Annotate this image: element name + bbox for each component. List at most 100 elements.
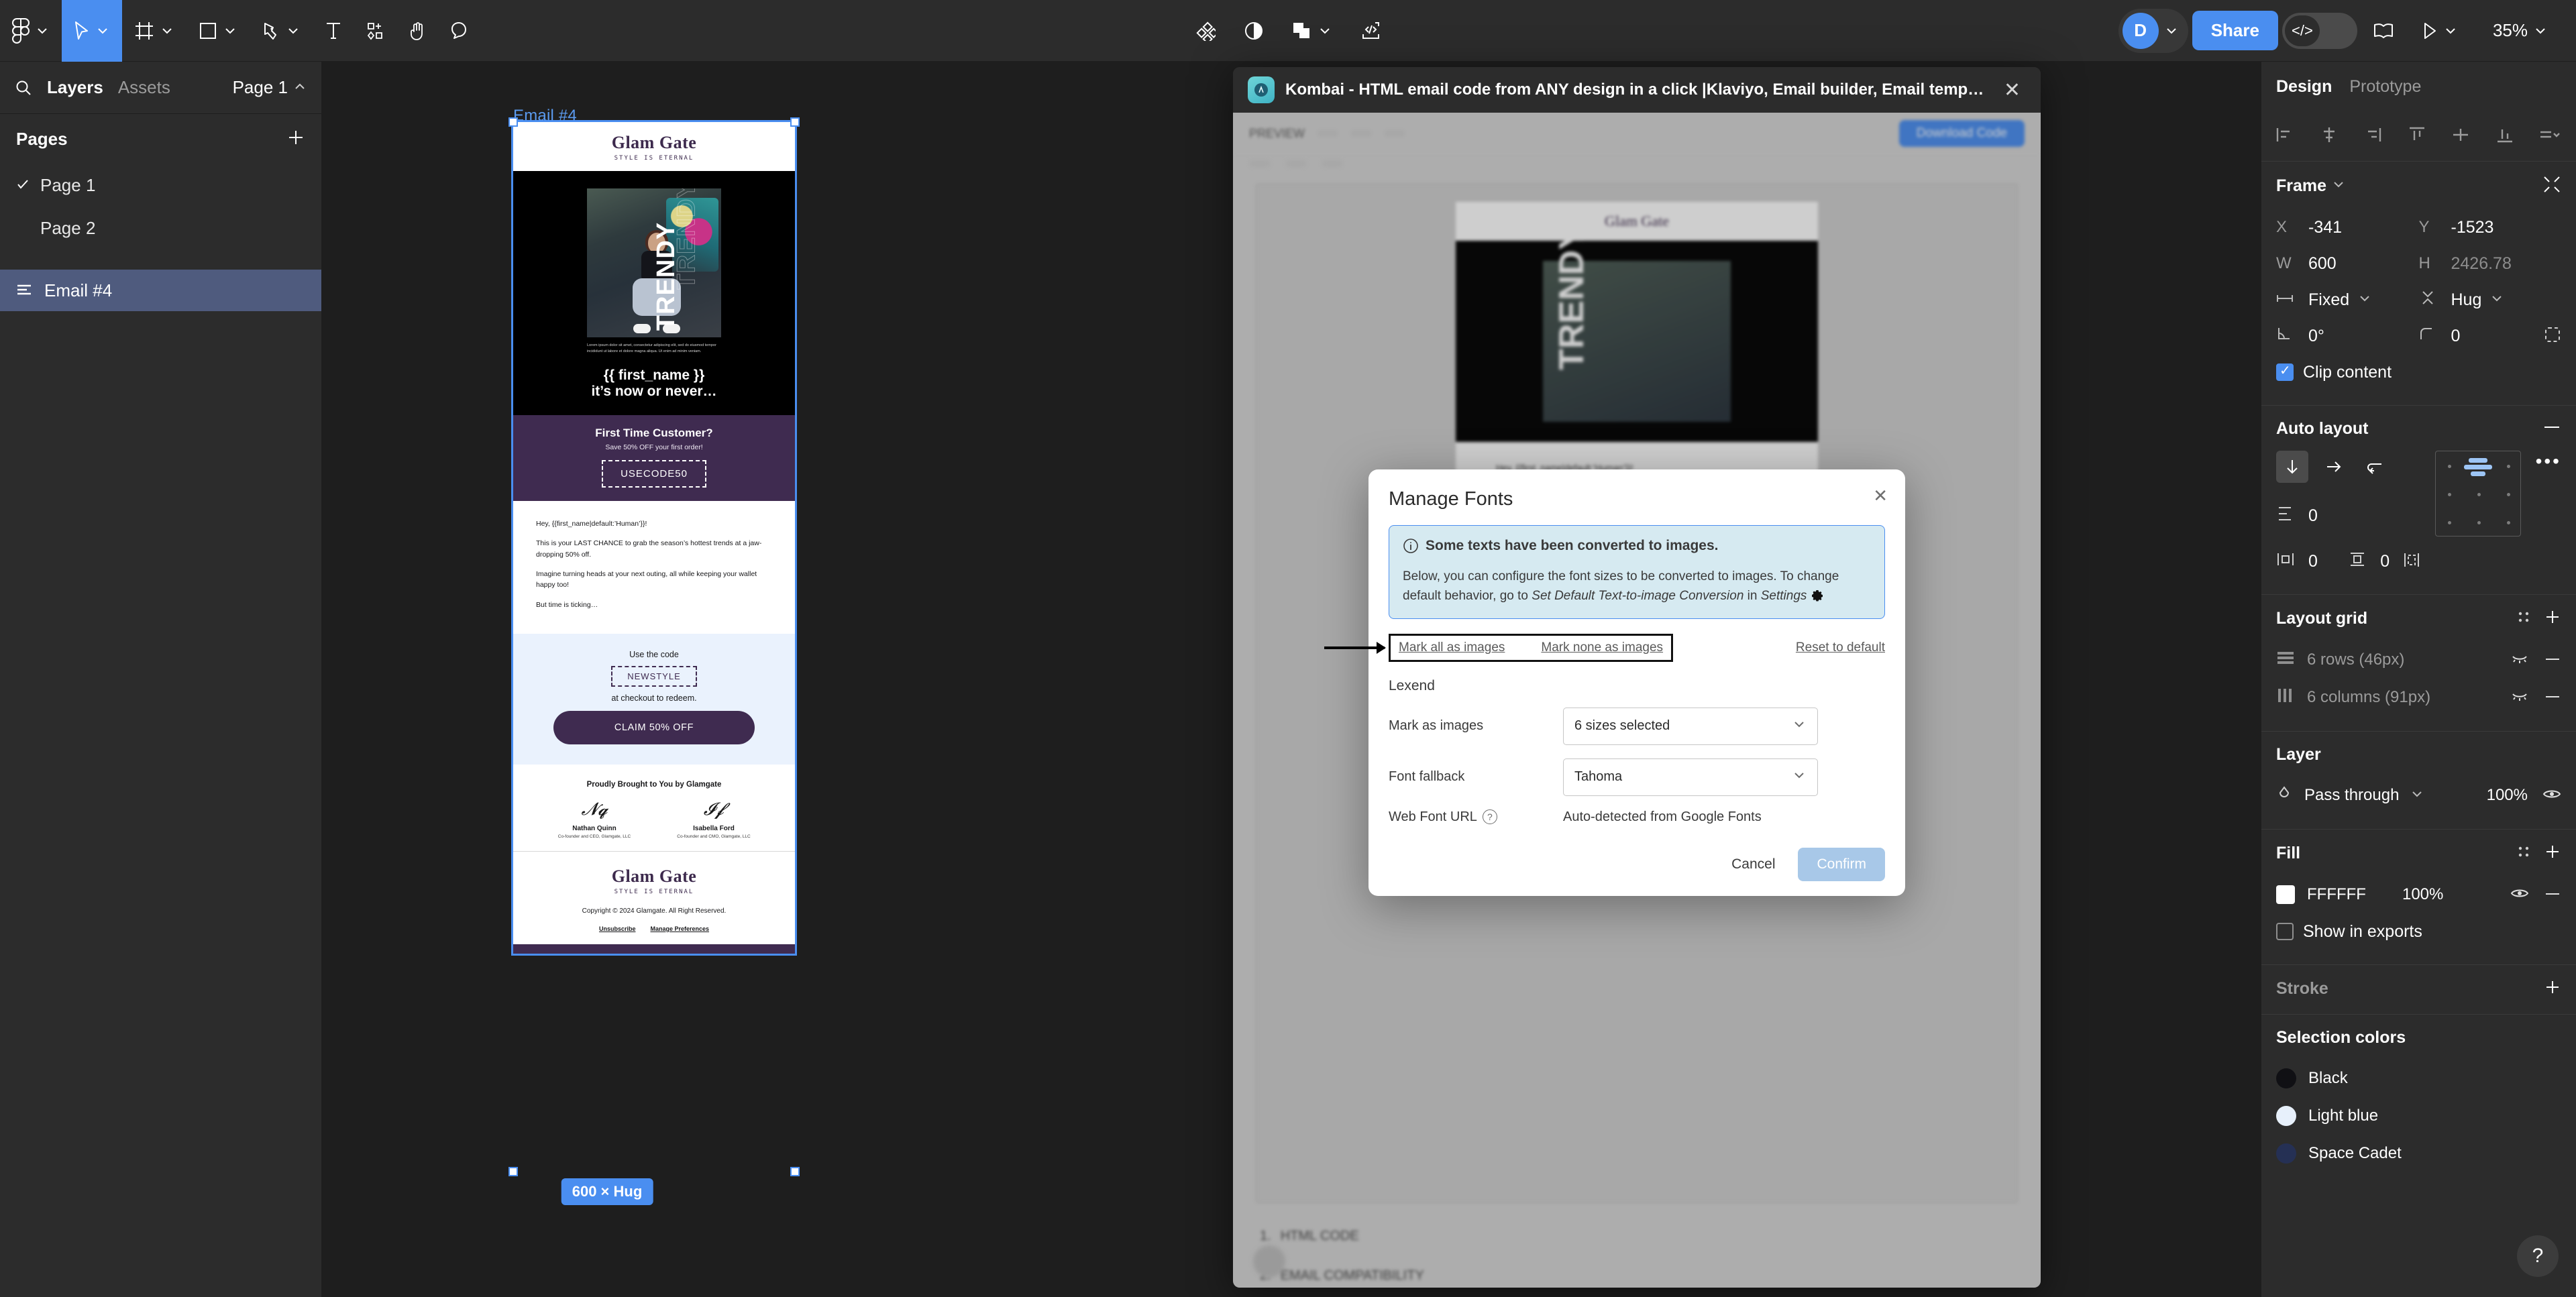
color-swatch[interactable] bbox=[2276, 1068, 2296, 1088]
hand-tool-button[interactable] bbox=[397, 0, 439, 62]
tab-design[interactable]: Design bbox=[2276, 77, 2332, 97]
padding-horizontal-field[interactable]: 0 bbox=[2276, 543, 2348, 579]
frame-x-field[interactable]: X -341 bbox=[2276, 209, 2419, 245]
add-fill-icon[interactable] bbox=[2544, 843, 2561, 864]
manage-preferences-link[interactable]: Manage Preferences bbox=[650, 925, 709, 932]
user-avatar-menu[interactable]: D bbox=[2118, 8, 2188, 53]
resize-handle-tr[interactable] bbox=[790, 117, 800, 127]
zoom-menu[interactable]: 35% bbox=[2474, 0, 2560, 62]
independent-corners-icon[interactable] bbox=[2544, 326, 2561, 347]
add-stroke-icon[interactable] bbox=[2544, 978, 2561, 999]
hidden-eye-icon[interactable] bbox=[2510, 688, 2529, 707]
individual-padding-icon[interactable] bbox=[2403, 551, 2420, 572]
tab-assets[interactable]: Assets bbox=[118, 77, 170, 98]
resize-to-fit-icon[interactable] bbox=[2542, 175, 2561, 197]
question-mark-icon[interactable]: ? bbox=[2517, 1235, 2559, 1277]
visibility-eye-icon[interactable] bbox=[2510, 885, 2529, 904]
direction-wrap-button[interactable] bbox=[2359, 451, 2392, 483]
dev-mode-toggle[interactable]: </> bbox=[2282, 12, 2357, 49]
selection-color-item[interactable]: Space Cadet bbox=[2276, 1135, 2561, 1172]
frame-tool-button[interactable] bbox=[122, 0, 186, 62]
mark-none-as-images-link[interactable]: Mark none as images bbox=[1541, 640, 1663, 655]
contrast-button[interactable] bbox=[1232, 0, 1276, 62]
email-frame[interactable]: Glam Gate STYLE IS ETERNAL TRENDY TRENDY… bbox=[511, 120, 797, 956]
width-mode-field[interactable]: Fixed bbox=[2276, 282, 2419, 318]
resize-handle-bl[interactable] bbox=[508, 1167, 518, 1176]
code-block-button[interactable] bbox=[1348, 0, 1393, 62]
add-page-icon[interactable] bbox=[286, 128, 305, 150]
comment-tool-button[interactable] bbox=[439, 0, 480, 62]
figma-menu-button[interactable] bbox=[0, 0, 62, 62]
reset-to-default-link[interactable]: Reset to default bbox=[1796, 640, 1885, 655]
page-selector[interactable]: Page 1 bbox=[233, 77, 307, 98]
styles-icon[interactable] bbox=[2516, 609, 2532, 628]
resize-handle-tl[interactable] bbox=[508, 117, 518, 127]
layout-grid-columns-item[interactable]: 6 columns (91px) bbox=[2276, 679, 2561, 716]
visibility-eye-icon[interactable] bbox=[2542, 786, 2561, 805]
plugins-button[interactable] bbox=[1183, 0, 1228, 62]
show-in-exports-checkbox[interactable]: Show in exports bbox=[2276, 913, 2561, 950]
frame-height-field[interactable]: H 2426.78 bbox=[2419, 245, 2562, 282]
close-icon[interactable]: ✕ bbox=[1998, 78, 2026, 102]
page-item-page-1[interactable]: Page 1 bbox=[0, 164, 321, 207]
help-icon[interactable]: ? bbox=[1482, 809, 1497, 825]
align-left-icon[interactable] bbox=[2275, 125, 2295, 148]
library-button[interactable] bbox=[2361, 0, 2406, 62]
align-right-icon[interactable] bbox=[2363, 125, 2383, 148]
shape-tool-button[interactable] bbox=[186, 0, 250, 62]
claim-offer-button[interactable]: CLAIM 50% OFF bbox=[553, 710, 755, 744]
selection-color-item[interactable]: Black bbox=[2276, 1060, 2561, 1097]
share-button[interactable]: Share bbox=[2192, 11, 2278, 50]
align-top-icon[interactable] bbox=[2407, 125, 2427, 148]
rotation-field[interactable]: 0° bbox=[2276, 318, 2419, 354]
remove-auto-layout-icon[interactable] bbox=[2542, 421, 2561, 437]
frame-y-field[interactable]: Y -1523 bbox=[2419, 209, 2562, 245]
search-icon[interactable] bbox=[15, 79, 32, 97]
clip-content-checkbox[interactable]: Clip content bbox=[2276, 354, 2561, 390]
fill-color-row[interactable]: FFFFFF 100% bbox=[2276, 876, 2561, 913]
confirm-button[interactable]: Confirm bbox=[1798, 847, 1885, 881]
component-tool-button[interactable] bbox=[354, 0, 397, 62]
move-tool-button[interactable] bbox=[62, 0, 122, 62]
unsubscribe-link[interactable]: Unsubscribe bbox=[599, 925, 636, 932]
layer-opacity-value[interactable]: 100% bbox=[2487, 786, 2528, 805]
height-mode-field[interactable]: Hug bbox=[2419, 282, 2562, 318]
cancel-button[interactable]: Cancel bbox=[1718, 848, 1788, 881]
chevron-down-icon[interactable] bbox=[2332, 178, 2345, 194]
remove-fill-icon[interactable] bbox=[2544, 885, 2561, 904]
frame-width-field[interactable]: W 600 bbox=[2276, 245, 2419, 282]
color-swatch[interactable] bbox=[2276, 1143, 2296, 1164]
blend-mode-row[interactable]: Pass through 100% bbox=[2276, 777, 2561, 814]
auto-layout-more-options[interactable]: ••• bbox=[2536, 451, 2561, 472]
styles-icon[interactable] bbox=[2516, 844, 2532, 863]
font-fallback-select[interactable]: Tahoma bbox=[1563, 758, 1818, 796]
hidden-eye-icon[interactable] bbox=[2510, 651, 2529, 669]
mark-as-images-select[interactable]: 6 sizes selected bbox=[1563, 707, 1818, 745]
gap-field[interactable]: 0 bbox=[2276, 498, 2348, 534]
corner-radius-field[interactable]: 0 bbox=[2419, 318, 2562, 354]
pen-tool-button[interactable] bbox=[250, 0, 313, 62]
selection-color-item[interactable]: Light blue bbox=[2276, 1097, 2561, 1135]
remove-grid-icon[interactable] bbox=[2544, 688, 2561, 707]
color-swatch[interactable] bbox=[2276, 1106, 2296, 1126]
layout-grid-rows-item[interactable]: 6 rows (46px) bbox=[2276, 641, 2561, 679]
boolean-ops-button[interactable] bbox=[1280, 0, 1344, 62]
tab-prototype[interactable]: Prototype bbox=[2349, 77, 2421, 97]
padding-vertical-field[interactable]: 0 bbox=[2348, 543, 2420, 579]
distribute-menu-icon[interactable] bbox=[2538, 125, 2563, 148]
present-button[interactable] bbox=[2410, 0, 2470, 62]
close-icon[interactable]: ✕ bbox=[1873, 486, 1888, 506]
mark-all-as-images-link[interactable]: Mark all as images bbox=[1399, 640, 1505, 655]
add-layout-grid-icon[interactable] bbox=[2544, 608, 2561, 629]
align-vertical-center-icon[interactable] bbox=[2451, 125, 2471, 148]
tab-layers[interactable]: Layers bbox=[47, 77, 103, 98]
align-bottom-icon[interactable] bbox=[2495, 125, 2515, 148]
layer-item-email-4[interactable]: Email #4 bbox=[0, 270, 321, 311]
fill-swatch[interactable] bbox=[2276, 885, 2295, 904]
direction-vertical-button[interactable] bbox=[2276, 451, 2308, 483]
page-item-page-2[interactable]: Page 2 bbox=[0, 207, 321, 249]
align-horizontal-center-icon[interactable] bbox=[2319, 125, 2339, 148]
gear-icon[interactable] bbox=[1807, 589, 1823, 603]
text-tool-button[interactable] bbox=[313, 0, 354, 62]
direction-horizontal-button[interactable] bbox=[2318, 451, 2350, 483]
